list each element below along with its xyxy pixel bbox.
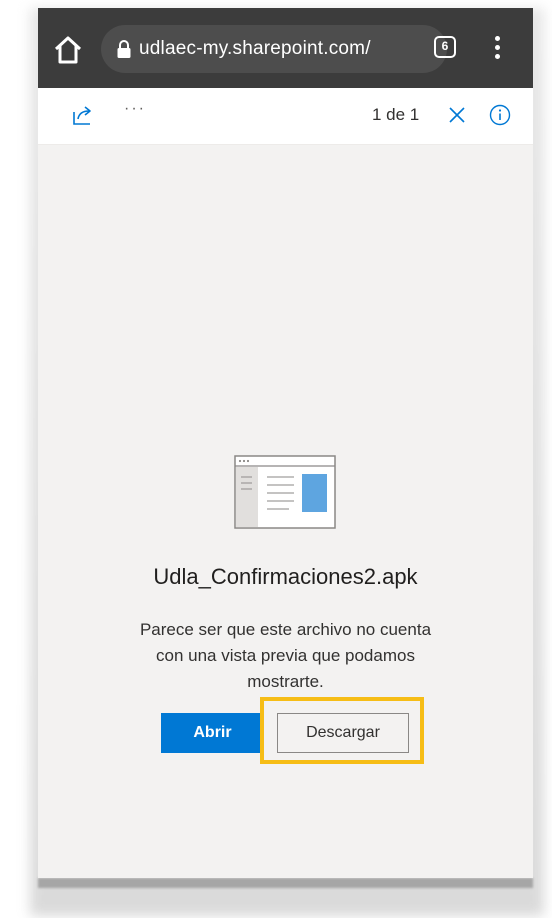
info-icon[interactable] bbox=[489, 104, 511, 126]
more-options-button[interactable]: ··· bbox=[124, 100, 146, 118]
file-name: Udla_Confirmaciones2.apk bbox=[153, 564, 418, 589]
kebab-menu-icon[interactable] bbox=[494, 36, 502, 62]
file-preview-icon bbox=[234, 455, 336, 529]
share-icon[interactable] bbox=[72, 104, 94, 126]
lock-icon bbox=[117, 40, 131, 58]
address-field[interactable]: udlaec-my.sharepoint.com/ bbox=[101, 25, 447, 73]
page-count: 1 de 1 bbox=[372, 105, 420, 124]
bottom-edge bbox=[38, 878, 533, 888]
phone-screen: udlaec-my.sharepoint.com/ 6 ··· 1 de 1 U… bbox=[38, 8, 533, 878]
tab-switcher-button[interactable]: 6 bbox=[434, 36, 456, 58]
open-button[interactable]: Abrir bbox=[161, 713, 264, 753]
browser-url-bar: udlaec-my.sharepoint.com/ 6 bbox=[38, 8, 533, 88]
viewer-toolbar: ··· 1 de 1 bbox=[38, 88, 533, 145]
no-preview-message: Parece ser que este archivo no cuenta co… bbox=[139, 620, 432, 691]
close-icon[interactable] bbox=[448, 106, 466, 124]
download-highlight-box bbox=[260, 697, 424, 764]
home-icon[interactable] bbox=[52, 34, 84, 66]
url-text: udlaec-my.sharepoint.com/ bbox=[139, 38, 371, 59]
